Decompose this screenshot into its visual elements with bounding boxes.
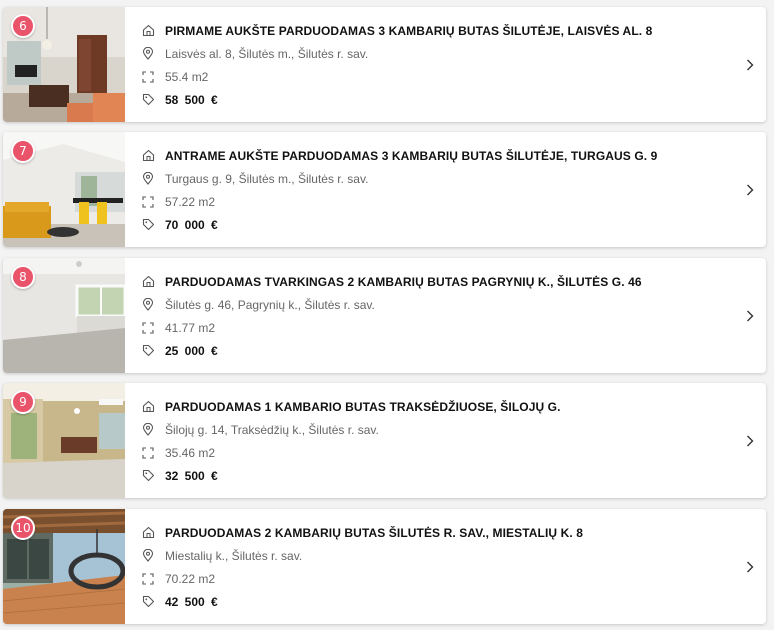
listing-number-badge: 6	[11, 14, 35, 38]
listing-title[interactable]: ANTRAME AUKŠTE PARDUODAMAS 3 KAMBARIŲ BU…	[165, 149, 657, 163]
listing-card[interactable]: 10 PARDUODAMAS 2 KAMBARIŲ BUTAS ŠILUTĖS …	[3, 509, 766, 624]
chevron-right-icon[interactable]	[746, 58, 758, 72]
listing-address: Šilutės g. 46, Pagrynių k., Šilutės r. s…	[165, 297, 375, 312]
price-tag-icon	[141, 595, 155, 609]
listing-card[interactable]: 9 PARDUODAMAS 1 KAMBARIO BUTAS TRAKSĖDŽI…	[3, 383, 766, 498]
listing-list: 6 PIRMAME AUKŠTE PARDUODAMAS 3 KAMBARIŲ …	[0, 0, 774, 630]
listing-address: Miestalių k., Šilutės r. sav.	[165, 548, 303, 563]
location-pin-icon	[141, 549, 155, 563]
price-tag-icon	[141, 218, 155, 232]
location-pin-icon	[141, 172, 155, 186]
location-pin-icon	[141, 298, 155, 312]
home-icon	[141, 149, 155, 163]
listing-address: Šilojų g. 14, Traksėdžių k., Šilutės r. …	[165, 422, 379, 437]
home-icon	[141, 24, 155, 38]
listing-info: PARDUODAMAS 1 KAMBARIO BUTAS TRAKSĖDŽIUO…	[125, 383, 766, 498]
price-tag-icon	[141, 93, 155, 107]
chevron-right-icon[interactable]	[746, 560, 758, 574]
area-frame-icon	[141, 195, 155, 209]
listing-price: 58 500 €	[165, 92, 218, 107]
listing-area: 35.46 m2	[165, 445, 216, 460]
listing-area: 70.22 m2	[165, 571, 216, 586]
location-pin-icon	[141, 47, 155, 61]
home-icon	[141, 275, 155, 289]
listing-number-badge: 8	[11, 265, 35, 289]
chevron-right-icon[interactable]	[746, 183, 758, 197]
area-frame-icon	[141, 572, 155, 586]
area-frame-icon	[141, 446, 155, 460]
area-frame-icon	[141, 70, 155, 84]
listing-title[interactable]: PARDUODAMAS 1 KAMBARIO BUTAS TRAKSĖDŽIUO…	[165, 400, 561, 414]
listing-info: PARDUODAMAS TVARKINGAS 2 KAMBARIŲ BUTAS …	[125, 258, 766, 373]
listing-area: 57.22 m2	[165, 194, 216, 209]
listing-number-badge: 10	[11, 516, 35, 540]
home-icon	[141, 400, 155, 414]
price-tag-icon	[141, 344, 155, 358]
listing-card[interactable]: 6 PIRMAME AUKŠTE PARDUODAMAS 3 KAMBARIŲ …	[3, 7, 766, 122]
listing-title[interactable]: PIRMAME AUKŠTE PARDUODAMAS 3 KAMBARIŲ BU…	[165, 24, 652, 38]
listing-area: 41.77 m2	[165, 320, 216, 335]
listing-number-badge: 9	[11, 390, 35, 414]
listing-title[interactable]: PARDUODAMAS TVARKINGAS 2 KAMBARIŲ BUTAS …	[165, 275, 642, 289]
listing-address: Turgaus g. 9, Šilutės m., Šilutės r. sav…	[165, 171, 369, 186]
listing-address: Laisvės al. 8, Šilutės m., Šilutės r. sa…	[165, 46, 369, 61]
listing-area: 55.4 m2	[165, 69, 209, 84]
listing-photo[interactable]: 9	[3, 383, 125, 498]
listing-info: PIRMAME AUKŠTE PARDUODAMAS 3 KAMBARIŲ BU…	[125, 7, 766, 122]
listing-card[interactable]: 8 PARDUODAMAS TVARKINGAS 2 KAMBARIŲ BUTA…	[3, 258, 766, 373]
listing-photo[interactable]: 8	[3, 258, 125, 373]
listing-info: PARDUODAMAS 2 KAMBARIŲ BUTAS ŠILUTĖS R. …	[125, 509, 766, 624]
listing-photo[interactable]: 6	[3, 7, 125, 122]
chevron-right-icon[interactable]	[746, 309, 758, 323]
listing-photo[interactable]: 7	[3, 132, 125, 247]
listing-price: 42 500 €	[165, 594, 218, 609]
chevron-right-icon[interactable]	[746, 434, 758, 448]
listing-number-badge: 7	[11, 139, 35, 163]
listing-price: 70 000 €	[165, 217, 218, 232]
location-pin-icon	[141, 423, 155, 437]
price-tag-icon	[141, 469, 155, 483]
listing-price: 25 000 €	[165, 343, 218, 358]
listing-card[interactable]: 7 ANTRAME AUKŠTE PARDUODAMAS 3 KAMBARIŲ …	[3, 132, 766, 247]
listing-photo[interactable]: 10	[3, 509, 125, 624]
listing-title[interactable]: PARDUODAMAS 2 KAMBARIŲ BUTAS ŠILUTĖS R. …	[165, 526, 583, 540]
area-frame-icon	[141, 321, 155, 335]
listing-price: 32 500 €	[165, 468, 218, 483]
home-icon	[141, 526, 155, 540]
listing-info: ANTRAME AUKŠTE PARDUODAMAS 3 KAMBARIŲ BU…	[125, 132, 766, 247]
